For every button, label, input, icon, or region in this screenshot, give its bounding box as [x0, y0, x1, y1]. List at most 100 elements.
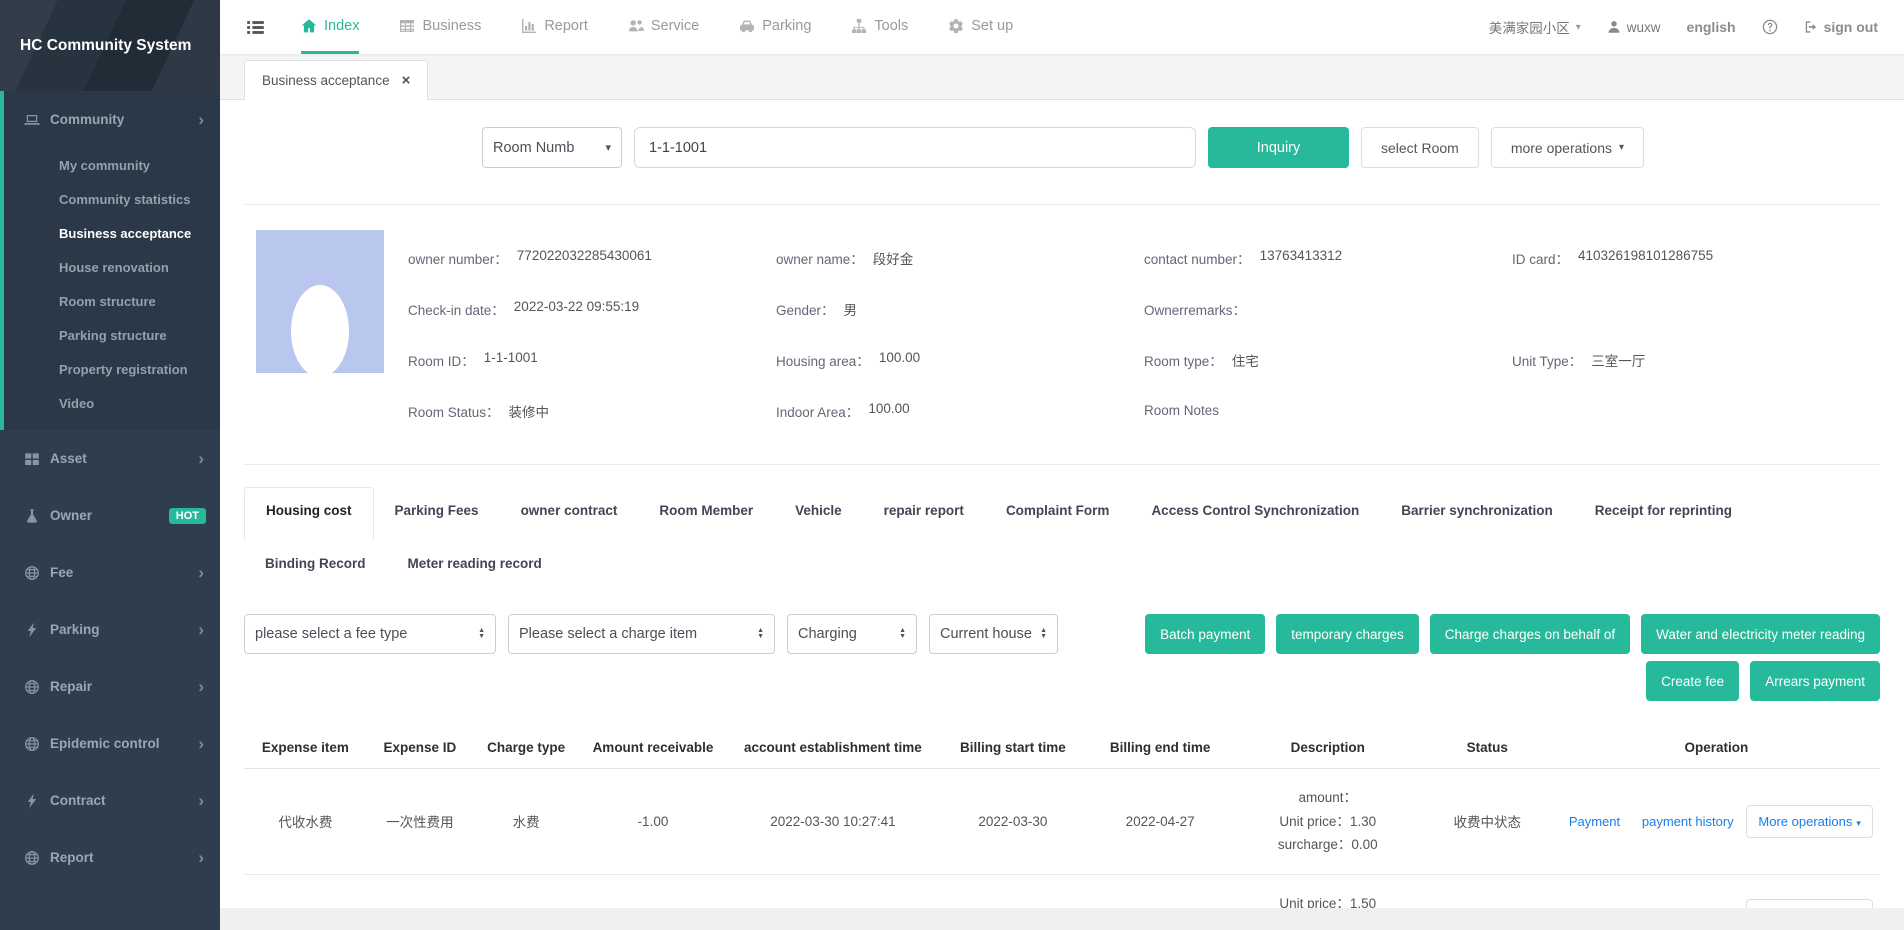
owner-info-section: owner number：772022032285430061 owner na…: [244, 205, 1880, 465]
cell-billing-start: 2022-03-30: [939, 769, 1086, 875]
app-root: HC Community System Community › My commu…: [0, 0, 1904, 930]
tab-barrier-sync[interactable]: Barrier synchronization: [1380, 488, 1574, 533]
nav-index[interactable]: Index: [301, 0, 359, 54]
sidebar-item-owner[interactable]: Owner HOT: [0, 487, 220, 544]
globe-icon: [24, 736, 40, 752]
sidebar-item-community-statistics[interactable]: Community statistics: [4, 182, 220, 216]
search-field-value: Room Numb: [493, 140, 601, 156]
laptop-icon: [24, 112, 40, 128]
help-button[interactable]: [1762, 19, 1778, 35]
water-electricity-meter-button[interactable]: Water and electricity meter reading: [1641, 614, 1880, 654]
nav-set-up[interactable]: Set up: [948, 0, 1013, 54]
sidebar-item-parking-structure[interactable]: Parking structure: [4, 318, 220, 352]
sidebar-item-property-registration[interactable]: Property registration: [4, 352, 220, 386]
language-switcher[interactable]: english: [1687, 19, 1736, 35]
col-account-time: account establishment time: [727, 727, 940, 769]
field-room-type: Room type：住宅: [1144, 350, 1512, 370]
sidebar-item-business-acceptance[interactable]: Business acceptance: [4, 216, 220, 250]
sidebar: HC Community System Community › My commu…: [0, 0, 220, 930]
home-icon: [301, 18, 317, 34]
row-more-operations-dropdown[interactable]: More operations▾: [1746, 899, 1872, 908]
tab-repair-report[interactable]: repair report: [863, 488, 985, 533]
create-fee-button[interactable]: Create fee: [1646, 661, 1739, 701]
sign-out-button[interactable]: sign out: [1804, 19, 1878, 35]
sidebar-item-repair[interactable]: Repair ›: [0, 658, 220, 715]
cell-status: 收费中状态: [1422, 874, 1553, 908]
sidebar-item-report[interactable]: Report ›: [0, 829, 220, 886]
payment-link[interactable]: Payment: [1569, 814, 1620, 829]
arrears-payment-button[interactable]: Arrears payment: [1750, 661, 1880, 701]
nav-business[interactable]: Business: [399, 0, 481, 54]
nav-label: Business: [422, 18, 481, 34]
temporary-charges-button[interactable]: temporary charges: [1276, 614, 1419, 654]
chevron-right-icon: ›: [198, 735, 204, 752]
app-title: HC Community System: [0, 0, 220, 91]
sidebar-item-asset[interactable]: Asset ›: [0, 430, 220, 487]
charge-on-behalf-button[interactable]: Charge charges on behalf of: [1430, 614, 1630, 654]
sidebar-item-parking[interactable]: Parking ›: [0, 601, 220, 658]
fee-action-buttons: Batch payment temporary charges Charge c…: [1145, 614, 1880, 701]
cell-account-time: 2021-10-01 00:00:00: [727, 874, 940, 908]
detail-tabs: Housing cost Parking Fees owner contract…: [244, 487, 1880, 586]
col-expense-item: Expense item: [244, 727, 367, 769]
tab-vehicle[interactable]: Vehicle: [774, 488, 863, 533]
select-room-button[interactable]: select Room: [1361, 127, 1479, 168]
col-amount-receivable: Amount receivable: [579, 727, 726, 769]
field-room-notes: Room Notes: [1144, 403, 1512, 418]
sidebar-item-epidemic-control[interactable]: Epidemic control ›: [0, 715, 220, 772]
fee-filter-bar: please select a fee type ▲▼ Please selec…: [244, 614, 1880, 701]
tab-business-acceptance[interactable]: Business acceptance ×: [244, 60, 428, 100]
field-gender: Gender：男: [776, 299, 1144, 319]
tab-owner-contract[interactable]: owner contract: [500, 488, 639, 533]
sidebar-toggle-button[interactable]: [246, 0, 265, 54]
sidebar-item-room-structure[interactable]: Room structure: [4, 284, 220, 318]
field-room-id: Room ID：1-1-1001: [408, 350, 776, 370]
sidebar-item-video[interactable]: Video: [4, 386, 220, 420]
tab-parking-fees[interactable]: Parking Fees: [374, 488, 500, 533]
sidebar-item-my-community[interactable]: My community: [4, 148, 220, 182]
more-operations-dropdown[interactable]: more operations ▾: [1491, 127, 1644, 168]
fee-type-select[interactable]: please select a fee type ▲▼: [244, 614, 496, 654]
cell-amount-receivable: -1.00: [579, 769, 726, 875]
tab-complaint-form[interactable]: Complaint Form: [985, 488, 1131, 533]
tab-housing-cost[interactable]: Housing cost: [244, 487, 374, 540]
charge-item-value: Please select a charge item: [519, 626, 697, 642]
search-field-select[interactable]: Room Numb ▾: [482, 127, 622, 168]
tab-access-control-sync[interactable]: Access Control Synchronization: [1130, 488, 1380, 533]
tab-room-member[interactable]: Room Member: [638, 488, 774, 533]
cell-billing-start: 2022-06-01: [939, 874, 1086, 908]
nav-tools[interactable]: Tools: [851, 0, 908, 54]
current-house-select[interactable]: Current house ▲▼: [929, 614, 1058, 654]
community-selector[interactable]: 美满家园小区 ▾: [1489, 17, 1581, 37]
field-owner-number: owner number：772022032285430061: [408, 248, 776, 268]
tab-receipt-reprinting[interactable]: Receipt for reprinting: [1574, 488, 1753, 533]
sidebar-item-community[interactable]: Community ›: [4, 91, 220, 148]
tab-meter-reading-record[interactable]: Meter reading record: [387, 541, 563, 586]
nav-service[interactable]: Service: [628, 0, 699, 54]
field-indoor-area: Indoor Area：100.00: [776, 401, 1144, 421]
cell-billing-end: -: [1086, 874, 1233, 908]
sidebar-item-label: Repair: [50, 679, 92, 694]
sidebar-item-house-renovation[interactable]: House renovation: [4, 250, 220, 284]
nav-parking[interactable]: Parking: [739, 0, 811, 54]
users-icon: [628, 18, 644, 34]
cell-charge-type: 物业费: [473, 874, 579, 908]
charge-item-select[interactable]: Please select a charge item ▲▼: [508, 614, 775, 654]
batch-payment-button[interactable]: Batch payment: [1145, 614, 1265, 654]
nav-report[interactable]: Report: [521, 0, 588, 54]
nav-label: Parking: [762, 18, 811, 34]
table-row: 测试物业费1 周期性费用 物业费 0.00 2021-10-01 00:00:0…: [244, 874, 1880, 908]
inquiry-button[interactable]: Inquiry: [1208, 127, 1349, 168]
close-icon[interactable]: ×: [402, 73, 411, 88]
cell-charge-type: 水费: [473, 769, 579, 875]
row-more-operations-dropdown[interactable]: More operations▾: [1746, 805, 1872, 838]
cell-expense-item: 代收水费: [244, 769, 367, 875]
current-user[interactable]: wuxw: [1607, 20, 1661, 35]
tab-binding-record[interactable]: Binding Record: [244, 541, 387, 586]
sidebar-item-contract[interactable]: Contract ›: [0, 772, 220, 829]
payment-history-link[interactable]: payment history: [1642, 814, 1734, 829]
chevron-right-icon: ›: [198, 111, 204, 128]
sidebar-item-fee[interactable]: Fee ›: [0, 544, 220, 601]
charging-status-select[interactable]: Charging ▲▼: [787, 614, 917, 654]
room-number-input[interactable]: [634, 127, 1196, 168]
